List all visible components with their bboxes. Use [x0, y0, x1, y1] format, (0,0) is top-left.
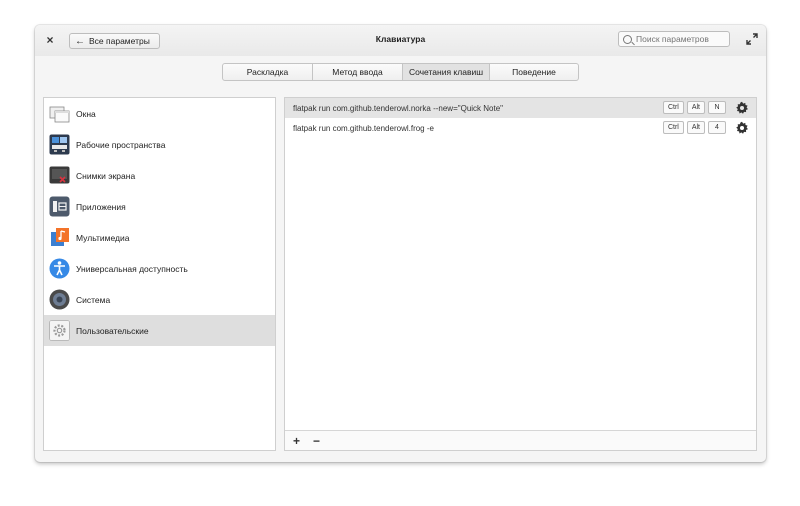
key-cap: Alt: [686, 101, 705, 114]
settings-window: × ← Все параметры Клавиатура Раскладка М…: [35, 25, 766, 462]
sidebar-item-multimedia[interactable]: Мультимедиа: [44, 222, 275, 253]
system-icon: [49, 289, 70, 310]
key-cap: 4: [708, 121, 726, 134]
applications-icon: [49, 196, 70, 217]
shortcuts-panel: flatpak run com.github.tenderowl.norka -…: [284, 97, 757, 451]
windows-icon: [49, 106, 70, 123]
key-cap: Ctrl: [662, 121, 684, 134]
shortcut-keys[interactable]: Ctrl Alt N: [662, 101, 726, 114]
key-cap: Alt: [686, 121, 705, 134]
search-input[interactable]: [636, 34, 726, 44]
shortcut-row[interactable]: flatpak run com.github.tenderowl.frog -e…: [285, 118, 756, 138]
sidebar-item-label: Приложения: [76, 201, 126, 212]
shortcut-keys[interactable]: Ctrl Alt 4: [662, 121, 726, 134]
add-shortcut-button[interactable]: +: [293, 435, 307, 447]
sidebar-item-windows[interactable]: Окна: [44, 98, 275, 129]
tab-bar: Раскладка Метод ввода Сочетания клавиш П…: [222, 63, 579, 81]
tab-layout[interactable]: Раскладка: [223, 64, 313, 80]
titlebar: × ← Все параметры Клавиатура: [35, 25, 766, 56]
key-cap: Ctrl: [662, 101, 684, 114]
category-sidebar: Окна Рабочие пространства Снимки экрана: [43, 97, 276, 451]
gear-icon[interactable]: [735, 101, 749, 115]
sidebar-item-label: Рабочие пространства: [76, 139, 166, 150]
shortcut-row[interactable]: flatpak run com.github.tenderowl.norka -…: [285, 98, 756, 118]
accessibility-icon: [49, 258, 70, 279]
search-icon: [623, 34, 632, 44]
action-bar: + −: [285, 430, 756, 450]
sidebar-item-label: Мультимедиа: [76, 232, 130, 243]
multimedia-icon: [51, 228, 69, 246]
remove-shortcut-button[interactable]: −: [313, 435, 327, 447]
sidebar-item-label: Пользовательские: [76, 325, 149, 336]
workspaces-icon: [49, 134, 70, 155]
tab-input-method[interactable]: Метод ввода: [313, 64, 403, 80]
sidebar-item-label: Снимки экрана: [76, 170, 136, 181]
gear-icon[interactable]: [735, 121, 749, 135]
sidebar-item-label: Окна: [76, 108, 96, 119]
sidebar-item-system[interactable]: Система: [44, 284, 275, 315]
tab-shortcuts[interactable]: Сочетания клавиш: [403, 64, 490, 80]
sidebar-item-screenshots[interactable]: Снимки экрана: [44, 160, 275, 191]
sidebar-item-label: Система: [76, 294, 111, 305]
sidebar-item-label: Универсальная доступность: [76, 263, 188, 274]
tab-behavior[interactable]: Поведение: [490, 64, 578, 80]
custom-icon: [49, 320, 70, 341]
maximize-icon[interactable]: [746, 33, 758, 45]
sidebar-item-custom[interactable]: Пользовательские: [44, 315, 275, 346]
key-cap: N: [708, 101, 726, 114]
search-field[interactable]: [618, 31, 730, 47]
sidebar-item-applications[interactable]: Приложения: [44, 191, 275, 222]
sidebar-item-workspaces[interactable]: Рабочие пространства: [44, 129, 275, 160]
screenshot-icon: [49, 166, 70, 184]
sidebar-item-accessibility[interactable]: Универсальная доступность: [44, 253, 275, 284]
